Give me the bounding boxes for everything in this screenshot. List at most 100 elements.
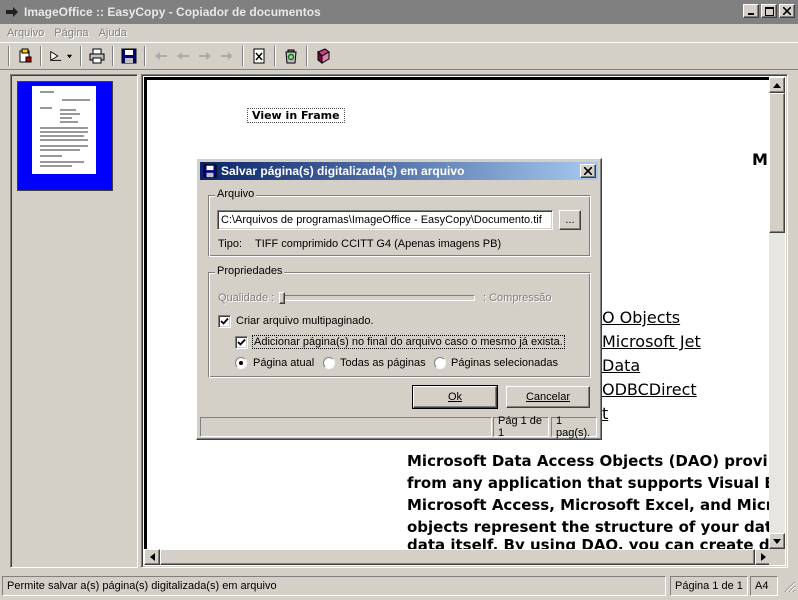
doc-line: t	[602, 404, 609, 423]
doc-line: MI	[752, 150, 769, 169]
maximize-button[interactable]	[761, 4, 777, 18]
toolbar-separator	[112, 46, 114, 66]
dialog-title: Salvar página(s) digitalizada(s) em arqu…	[221, 164, 465, 178]
status-page: Página 1 de 1	[670, 576, 748, 596]
toolbar-separator	[274, 46, 276, 66]
window-titlebar: ImageOffice :: EasyCopy - Copiador de do…	[0, 0, 798, 24]
menu-bar: Arquivo Página Ajuda	[0, 24, 798, 42]
maximize-icon	[764, 6, 774, 16]
scan-icon	[19, 48, 32, 63]
thumbnail-panel	[10, 74, 138, 568]
save-icon	[203, 164, 217, 178]
horizontal-scrollbar[interactable]	[144, 549, 771, 565]
status-message: Permite salvar a(s) página(s) digitaliza…	[2, 576, 666, 596]
scroll-left-button[interactable]	[144, 549, 160, 565]
print-button[interactable]	[86, 45, 108, 67]
quality-label: Qualidade :	[218, 292, 275, 304]
arrow-left-icon	[149, 553, 155, 561]
quality-slider-thumb[interactable]	[279, 292, 285, 304]
append-checkbox[interactable]	[235, 336, 248, 349]
last-page-button[interactable]	[216, 45, 238, 67]
radio-selected-pages[interactable]	[434, 357, 446, 369]
ok-button[interactable]: Ok	[412, 385, 498, 409]
dialog-status-empty	[200, 417, 492, 437]
type-label: Tipo:	[218, 238, 243, 250]
close-button[interactable]	[779, 4, 795, 18]
app-icon	[6, 7, 18, 17]
cancel-button[interactable]: Cancelar	[506, 386, 590, 408]
arrow-down-icon	[773, 538, 781, 544]
scan-button[interactable]	[14, 45, 36, 67]
dialog-close-button[interactable]	[580, 164, 596, 178]
print-icon	[89, 48, 105, 64]
excel-button[interactable]	[248, 45, 270, 67]
doc-line: Microsoft Data Access Objects (DAO) prov…	[407, 452, 768, 470]
recycle-icon	[285, 49, 297, 64]
scroll-corner	[769, 549, 785, 565]
file-group-label: Arquivo	[215, 188, 257, 200]
menu-arquivo[interactable]: Arquivo	[2, 27, 49, 39]
status-bar: Permite salvar a(s) página(s) digitaliza…	[0, 574, 798, 598]
recycle-button[interactable]	[280, 45, 302, 67]
last-page-icon	[221, 52, 233, 60]
arrow-up-icon	[773, 82, 781, 88]
save-button[interactable]	[118, 45, 140, 67]
scroll-up-button[interactable]	[769, 77, 785, 93]
checkmark-icon	[237, 338, 246, 346]
toolbar	[0, 42, 798, 70]
type-value: TIFF comprimido CCITT G4 (Apenas imagens…	[255, 238, 502, 250]
vertical-scroll-thumb[interactable]	[769, 93, 785, 233]
properties-groupbox: Propriedades Qualidade : : Compressão Cr…	[208, 265, 591, 378]
doc-line: View in Frame	[247, 108, 345, 123]
vertical-scrollbar[interactable]	[769, 77, 785, 549]
thumbnail-page-image	[32, 86, 96, 174]
close-icon	[783, 7, 791, 15]
doc-line: objects represent the structure of your …	[407, 518, 769, 536]
arrow-right-icon	[760, 553, 766, 561]
resize-grip-icon	[784, 581, 796, 593]
doc-line: ODBCDirect	[602, 380, 697, 399]
doc-line: Microsoft Jet	[602, 332, 701, 351]
book-button[interactable]	[312, 45, 334, 67]
save-icon	[121, 48, 137, 64]
window-title: ImageOffice :: EasyCopy - Copiador de do…	[24, 5, 321, 19]
save-dialog: Salvar página(s) digitalizada(s) em arqu…	[196, 158, 602, 440]
toolbar-separator	[306, 46, 308, 66]
append-label: Adicionar página(s) no final do arquivo …	[252, 335, 565, 349]
status-paper-size: A4	[750, 576, 778, 596]
open-icon	[50, 50, 62, 62]
ok-button-label: Ok	[447, 391, 463, 403]
open-dropdown-button[interactable]	[46, 45, 76, 67]
radio-all-pages-label: Todas as páginas	[340, 357, 426, 369]
scroll-down-button[interactable]	[769, 533, 785, 549]
prev-page-button[interactable]	[172, 45, 194, 67]
radio-current-page[interactable]	[235, 357, 247, 369]
multipage-label: Criar arquivo multipaginado.	[236, 315, 374, 327]
dialog-status-page: Pág 1 de 1	[493, 415, 549, 439]
properties-group-label: Propriedades	[215, 265, 285, 277]
radio-all-pages[interactable]	[323, 357, 335, 369]
cancel-button-label: Cancelar	[525, 391, 571, 403]
quality-slider-track[interactable]	[281, 295, 475, 301]
menu-ajuda[interactable]: Ajuda	[94, 27, 132, 39]
menu-pagina[interactable]: Página	[49, 27, 93, 39]
horizontal-scroll-thumb[interactable]	[160, 549, 755, 565]
minimize-icon	[748, 13, 754, 15]
toolbar-separator	[242, 46, 244, 66]
toolbar-separator	[144, 46, 146, 66]
excel-icon	[253, 48, 265, 64]
page-thumbnail[interactable]	[17, 81, 113, 191]
caption-buttons	[741, 4, 795, 18]
doc-line: Data	[602, 356, 641, 375]
minimize-button[interactable]	[743, 4, 759, 18]
next-page-icon	[199, 52, 211, 60]
prev-page-icon	[177, 52, 189, 60]
dialog-titlebar: Salvar página(s) digitalizada(s) em arqu…	[200, 162, 598, 180]
compression-label: : Compressão	[483, 292, 552, 304]
next-page-button[interactable]	[194, 45, 216, 67]
dialog-status-count: 1 pag(s).	[551, 415, 597, 439]
first-page-button[interactable]	[150, 45, 172, 67]
browse-button[interactable]: ...	[559, 210, 581, 230]
multipage-checkbox[interactable]	[218, 315, 231, 328]
file-path-input[interactable]: C:\Arquivos de programas\ImageOffice - E…	[217, 210, 553, 230]
